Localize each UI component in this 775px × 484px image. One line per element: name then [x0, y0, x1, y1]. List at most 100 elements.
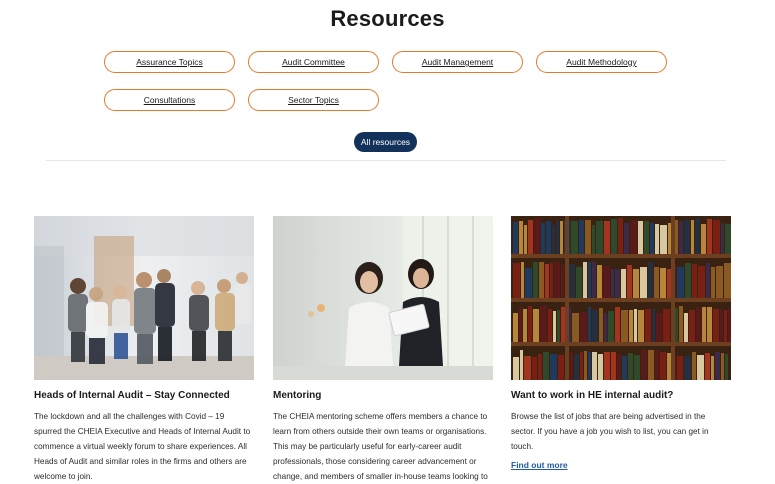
book-spine	[592, 352, 597, 380]
book-spine	[724, 263, 731, 298]
book-spine	[685, 263, 691, 298]
book-spine	[576, 267, 582, 298]
book-spine	[546, 221, 551, 254]
book-spine	[720, 309, 723, 342]
book-spine	[552, 225, 555, 254]
book-spine	[675, 220, 678, 254]
book-spine	[634, 355, 640, 380]
book-spine	[655, 350, 659, 380]
book-spine	[615, 269, 620, 298]
topic-assurance-topics[interactable]: Assurance Topics	[104, 51, 235, 73]
book-spine	[725, 224, 731, 254]
book-spine	[599, 308, 603, 342]
book-spine	[627, 265, 632, 298]
book-spine	[713, 309, 719, 342]
book-spine	[698, 266, 705, 298]
book-spine	[604, 352, 610, 380]
book-spine	[548, 309, 552, 342]
book-spine	[523, 309, 527, 342]
book-spine	[521, 262, 524, 298]
book-spine	[679, 306, 683, 342]
book-spine	[692, 264, 697, 298]
book-spine	[711, 267, 715, 298]
book-spine	[532, 357, 537, 380]
book-spine	[645, 309, 651, 342]
book-spine	[604, 221, 610, 254]
book-spine	[691, 220, 694, 254]
networking-event-photo[interactable]	[34, 216, 254, 380]
book-spine	[611, 219, 617, 254]
book-spine	[725, 354, 728, 380]
book-spine	[570, 352, 573, 380]
book-spine	[513, 357, 519, 380]
book-spine	[580, 352, 583, 380]
book-spine	[560, 221, 563, 254]
book-spine	[520, 350, 523, 380]
book-spine	[721, 353, 724, 380]
topic-audit-management[interactable]: Audit Management	[392, 51, 523, 73]
book-spine	[513, 263, 520, 298]
book-spine	[716, 266, 723, 298]
book-spine	[707, 307, 712, 342]
book-spine	[528, 220, 533, 254]
card-body: The CHEIA mentoring scheme offers member…	[273, 412, 488, 481]
book-spine	[697, 355, 704, 380]
book-spine	[550, 263, 553, 298]
book-spine	[650, 223, 654, 254]
book-spine	[679, 221, 683, 254]
book-spine	[640, 267, 647, 298]
topic-audit-committee[interactable]: Audit Committee	[248, 51, 379, 73]
book-spine	[695, 218, 700, 254]
book-spine	[630, 220, 637, 254]
book-spine	[652, 309, 655, 342]
book-spine	[624, 223, 629, 254]
mentoring-tablet-photo[interactable]	[273, 216, 493, 380]
book-spine	[692, 352, 696, 380]
book-spine	[519, 221, 523, 254]
topic-sector-topics[interactable]: Sector Topics	[248, 89, 379, 111]
book-spine	[596, 221, 603, 254]
book-spine	[701, 224, 706, 254]
card-heads-of-internal-audit: Heads of Internal Audit – Stay Connected…	[34, 216, 254, 484]
book-spine	[611, 352, 616, 380]
book-spine	[684, 356, 691, 380]
card-title: Mentoring	[273, 390, 322, 401]
book-spine	[648, 350, 654, 380]
book-spine	[588, 262, 591, 298]
book-spine	[728, 308, 731, 342]
book-spine	[638, 310, 644, 342]
book-spine	[689, 310, 695, 342]
find-out-more-link[interactable]: Find out more	[511, 460, 568, 470]
book-spine	[584, 351, 587, 380]
book-spine	[713, 220, 720, 254]
book-spine	[633, 269, 639, 298]
book-spine	[622, 356, 627, 380]
card-body: Browse the list of jobs that are being a…	[511, 412, 709, 451]
book-spine	[618, 218, 623, 254]
book-spine	[533, 309, 539, 342]
book-spine	[519, 307, 522, 342]
book-spine	[592, 225, 595, 254]
book-spine	[533, 262, 538, 298]
topic-consultations[interactable]: Consultations	[104, 89, 235, 111]
book-spine	[553, 311, 556, 342]
all-resources-button[interactable]: All resources	[354, 132, 417, 152]
book-spine	[660, 225, 667, 254]
book-spine	[554, 262, 560, 298]
book-spine	[604, 313, 607, 342]
book-spine	[696, 307, 701, 342]
book-spine	[660, 352, 666, 380]
book-spine	[660, 268, 666, 298]
book-spine	[534, 218, 540, 254]
book-spine	[592, 310, 598, 342]
book-spine	[524, 356, 531, 380]
book-spine	[648, 262, 653, 298]
book-spine	[608, 311, 614, 342]
book-spine	[585, 220, 591, 254]
book-spine	[617, 354, 621, 380]
book-spine	[557, 310, 560, 342]
book-spine	[571, 221, 578, 254]
bookshelf-photo[interactable]	[511, 216, 731, 380]
book-spine	[580, 312, 587, 342]
topic-audit-methodology[interactable]: Audit Methodology	[536, 51, 667, 73]
